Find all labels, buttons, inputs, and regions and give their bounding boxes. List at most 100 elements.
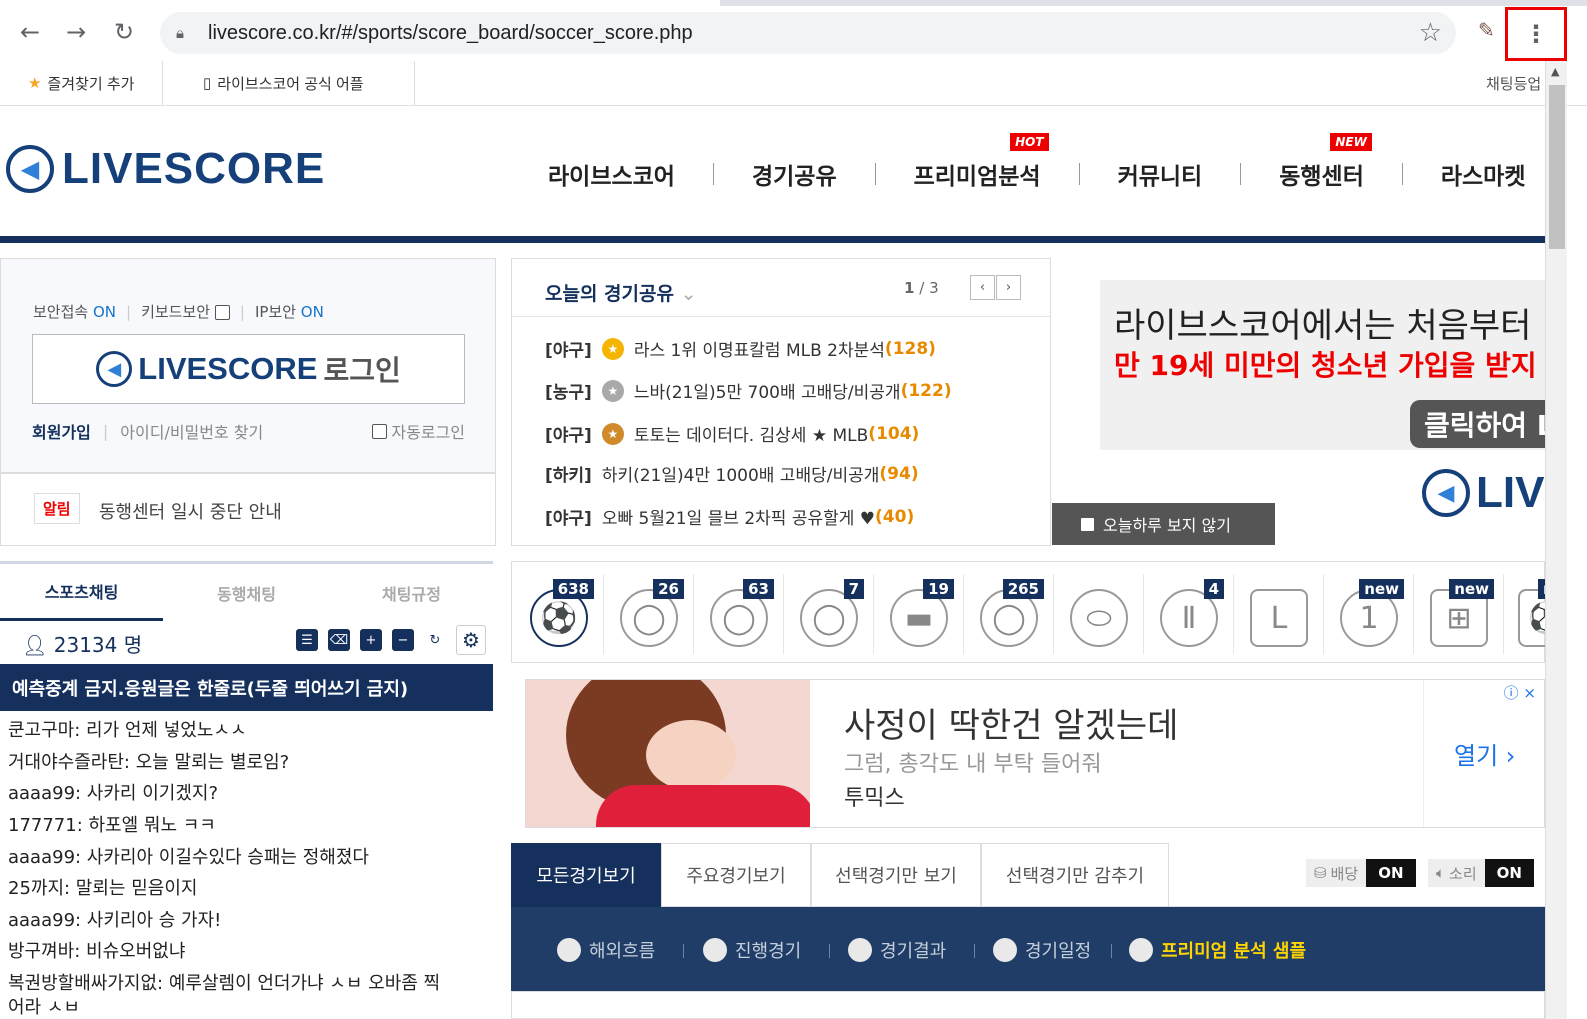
login-label: 로그인	[323, 354, 401, 387]
secure-label: 보안접속	[33, 303, 89, 321]
extension-icon[interactable]: ✎	[1478, 18, 1502, 46]
chevron-down-icon[interactable]: ⌄	[681, 283, 697, 305]
sport-baseball[interactable]: ◯ 26	[614, 575, 684, 647]
zoom-in-icon[interactable]: +	[360, 629, 382, 651]
eraser-icon[interactable]: ⌫	[328, 629, 350, 651]
share-item[interactable]: [야구] 오빠 5월21일 믈브 2차픽 공유할게 ♥ (40)	[545, 504, 914, 530]
browser-menu-button[interactable]: ⋮	[1505, 7, 1567, 61]
ad-illustration	[526, 680, 810, 827]
tab-sports-chat[interactable]: 스포츠채팅	[0, 564, 163, 621]
gold-medal-icon: ★	[601, 337, 624, 360]
site-logo[interactable]: ◀ LIVESCORE	[6, 144, 325, 194]
sport-basketball[interactable]: ◯ 63	[704, 575, 774, 647]
reload-icon[interactable]: ↻	[106, 14, 142, 50]
auto-login-label[interactable]: 자동로그인	[391, 419, 465, 443]
share-title[interactable]: 오늘의 경기공유 ⌄	[545, 279, 697, 306]
hot-badge: HOT	[1010, 133, 1049, 151]
forward-icon[interactable]: →	[58, 14, 94, 50]
bookmark-label: 라이브스코어 공식 어플	[217, 75, 364, 93]
chat-message: 방구껴바: 비슈오버없냐	[8, 941, 186, 962]
tab-all-matches[interactable]: 모든경기보기	[511, 843, 661, 907]
filter-overseas-flow[interactable]: 해외흐름	[557, 937, 655, 963]
nav-market[interactable]: 라스마켓	[1403, 157, 1545, 191]
find-account-link[interactable]: 아이디/비밀번호 찾기	[120, 419, 263, 443]
new-badge: new	[1359, 579, 1404, 599]
next-page-icon[interactable]: ›	[996, 275, 1021, 300]
notice-text[interactable]: 동행센터 일시 중단 안내	[99, 498, 282, 524]
sport-soccer[interactable]: ⚽ 638	[524, 575, 594, 647]
ad-info-icon[interactable]: ⓘ ×	[1504, 682, 1536, 703]
scrollbar[interactable]: ▲	[1545, 61, 1567, 1019]
new-badge: new	[1449, 579, 1494, 599]
chat-message: 25까지: 말뢰는 믿음이지	[8, 878, 198, 899]
bookmark-chat-level[interactable]: 채팅등업	[1486, 73, 1541, 94]
today-share-panel: 오늘의 경기공유 ⌄ 1 / 3 ‹ › [야구] ★ 라스 1위 이명표칼럼 ML…	[511, 258, 1051, 546]
filter-results[interactable]: 경기결과	[848, 937, 946, 963]
filter-schedule[interactable]: 경기일정	[993, 937, 1091, 963]
prev-page-icon[interactable]: ‹	[970, 275, 995, 300]
tab-hide-selected[interactable]: 선택경기만 감추기	[981, 843, 1169, 907]
sport-virtual[interactable]: ⚽n	[1512, 575, 1545, 647]
signup-link[interactable]: 회원가입	[32, 419, 91, 443]
keyboard-security-checkbox[interactable]	[214, 305, 230, 320]
radio-icon	[557, 938, 581, 962]
share-item[interactable]: [농구] ★ 느바(21일)5만 700배 고배당/비공개 (122)	[545, 378, 952, 403]
bookmark-app[interactable]: ▯ 라이브스코어 공식 어플	[175, 61, 415, 105]
top-ad[interactable]: 라이브스코어에서는 처음부터 만 19세 미만의 청소년 가입을 받지 클릭하여…	[1052, 258, 1545, 546]
chat-message: aaaa99: 사카리 이기겠지?	[8, 783, 219, 804]
count-badge: 26	[653, 579, 684, 599]
tab-strip	[0, 0, 1587, 6]
scrollbar-thumb[interactable]	[1549, 85, 1565, 249]
list-icon[interactable]: ☰	[296, 629, 318, 651]
sport-football[interactable]: ⬭	[1064, 575, 1134, 647]
tab-chat-rules[interactable]: 채팅규정	[330, 564, 493, 621]
nav-premium[interactable]: HOT 프리미엄분석	[876, 133, 1079, 191]
odds-toggle[interactable]: ⛁ 배당 ON	[1306, 859, 1416, 887]
ad-logo: ◀ LIV	[1422, 468, 1544, 518]
login-button[interactable]: ◀ LIVESCORE 로그인	[32, 334, 465, 404]
share-item[interactable]: [야구] ★ 토토는 데이터다. 김상세 ★ MLB (104)	[545, 421, 919, 446]
nav-companion[interactable]: NEW 동행센터	[1241, 133, 1402, 191]
sport-esports[interactable]: Ⅱ4	[1154, 575, 1224, 647]
keyboard-security-label: 키보드보안	[141, 303, 211, 321]
ip-security-toggle[interactable]: ON	[301, 303, 324, 321]
bookmark-star-icon[interactable]: ☆	[1419, 18, 1442, 48]
sport-tennis[interactable]: ◯ 265	[974, 575, 1044, 647]
chat-tabs: 스포츠채팅 동행채팅 채팅규정	[0, 561, 493, 621]
filter-live[interactable]: 진행경기	[703, 937, 801, 963]
phone-icon: ▯	[203, 75, 212, 92]
nav-community[interactable]: 커뮤니티	[1080, 157, 1241, 191]
gear-icon[interactable]: ⚙	[456, 625, 486, 655]
tab-main-matches[interactable]: 주요경기보기	[661, 843, 811, 907]
ad-cta-button[interactable]: 클릭하여 L	[1410, 400, 1545, 448]
back-icon[interactable]: ←	[12, 14, 48, 50]
secure-toggle[interactable]: ON	[93, 303, 116, 321]
sport-ladder[interactable]: 1 new	[1334, 575, 1404, 647]
address-bar[interactable]: 🔒︎ livescore.co.kr/#/sports/score_board/…	[160, 12, 1456, 54]
scroll-up-icon[interactable]: ▲	[1551, 65, 1559, 78]
tab-selected-only[interactable]: 선택경기만 보기	[811, 843, 981, 907]
bookmark-favorites[interactable]: ★ 즐겨찾기 추가	[0, 61, 164, 105]
sport-volleyball[interactable]: ◯ 7	[794, 575, 864, 647]
sport-lol[interactable]: L	[1244, 575, 1314, 647]
tab-companion-chat[interactable]: 동행채팅	[165, 564, 328, 621]
ad-open-button[interactable]: 열기 ›	[1454, 736, 1515, 771]
hide-today-checkbox[interactable]	[1080, 516, 1095, 532]
chat-message: 거대야수즐라탄: 오늘 말뢰는 별로임?	[8, 752, 290, 773]
refresh-icon[interactable]: ↻	[424, 629, 446, 651]
sport-hockey[interactable]: ▬ 19	[884, 575, 954, 647]
notice-bar[interactable]: 알림 동행센터 일시 중단 안내	[0, 473, 496, 546]
filter-premium-sample[interactable]: 프리미엄 분석 샘플	[1129, 937, 1306, 963]
nav-share[interactable]: 경기공유	[714, 157, 875, 191]
sport-lotto[interactable]: ⊞ new	[1424, 575, 1494, 647]
nav-livescore[interactable]: 라이브스코어	[510, 157, 713, 191]
share-item[interactable]: [하키] 하키(21일)4만 1000배 고배당/비공개 (94)	[545, 461, 919, 487]
active-tab[interactable]	[0, 0, 720, 6]
chat-message: 복권방할배싸가지없: 예루살렘이 언더가냐 ㅅㅂ 오바좀 찍	[8, 973, 441, 994]
sound-toggle[interactable]: 🔈︎ 소리 ON	[1428, 859, 1534, 887]
share-item[interactable]: [야구] ★ 라스 1위 이명표칼럼 MLB 2차분석 (128)	[545, 336, 936, 361]
zoom-out-icon[interactable]: −	[392, 629, 414, 651]
auto-login-checkbox[interactable]	[372, 423, 388, 439]
webtoon-ad[interactable]: 사정이 딱한건 알겠는데 그럼, 총각도 내 부탁 들어줘 투믹스 열기 › ⓘ…	[525, 679, 1545, 828]
hide-today-button[interactable]: 오늘하루 보지 않기	[1052, 503, 1275, 545]
